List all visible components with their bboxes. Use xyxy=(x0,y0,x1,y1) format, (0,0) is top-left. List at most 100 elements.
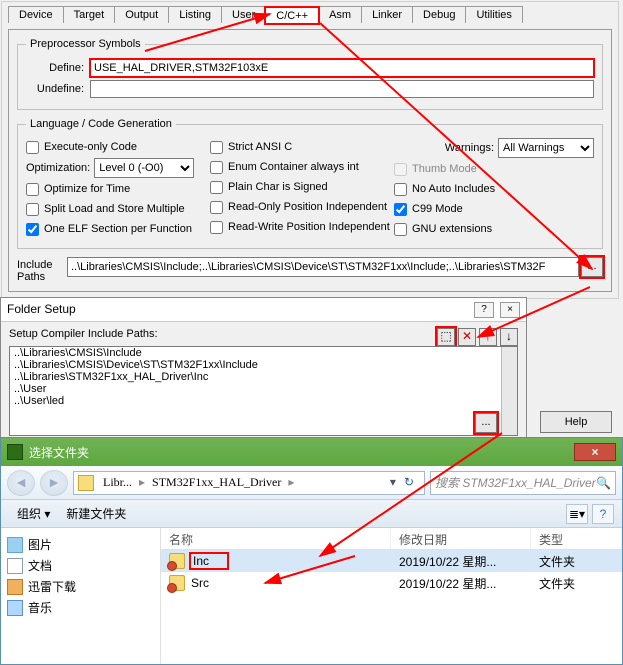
chk-enum-int[interactable]: Enum Container always int xyxy=(210,158,394,176)
view-mode-button[interactable]: ≣▾ xyxy=(566,504,588,524)
folder-setup-delete-button[interactable]: ✕ xyxy=(458,328,476,346)
chk-strict-ansi[interactable]: Strict ANSI C xyxy=(210,138,394,156)
tab-debug[interactable]: Debug xyxy=(412,6,466,23)
col-date[interactable]: 修改日期 xyxy=(391,528,531,549)
include-paths-browse-button[interactable]: ... xyxy=(581,257,603,277)
chk-optimize-time[interactable]: Optimize for Time xyxy=(26,180,210,198)
tab-utilities[interactable]: Utilities xyxy=(465,6,522,23)
optimization-select[interactable]: Level 0 (-O0) xyxy=(94,158,194,178)
tree-item-label: 图片 xyxy=(28,536,52,553)
lbl-split-load: Split Load and Store Multiple xyxy=(44,203,185,215)
search-input[interactable]: 搜索 STM32F1xx_HAL_Driver 🔍 xyxy=(430,471,616,495)
dl-icon xyxy=(7,579,23,595)
help-button[interactable]: Help xyxy=(540,411,612,433)
refresh-icon[interactable]: ↻ xyxy=(398,475,420,490)
chk-one-elf[interactable]: One ELF Section per Function xyxy=(26,220,210,238)
include-label: Include Paths xyxy=(17,257,67,283)
chk-gnu[interactable]: GNU extensions xyxy=(394,220,594,238)
chk-no-auto[interactable]: No Auto Includes xyxy=(394,180,594,198)
file-name: Inc xyxy=(191,554,227,568)
undefine-label: Undefine: xyxy=(26,83,90,95)
col-type[interactable]: 类型 xyxy=(531,528,622,549)
file-browser-toolbar: 组织 ▾ 新建文件夹 ≣▾ ? xyxy=(1,500,622,528)
folder-setup-title: Folder Setup xyxy=(7,302,76,316)
tree-item-dl[interactable]: 迅雷下载 xyxy=(5,576,156,597)
toolbar-organize[interactable]: 组织 ▾ xyxy=(9,503,58,524)
breadcrumb[interactable]: Libr... ▸ STM32F1xx_HAL_Driver ▸ ▾ ↻ xyxy=(73,471,425,495)
folder-setup-moveup-button[interactable]: ↑ xyxy=(479,328,497,346)
nav-forward-button[interactable]: ► xyxy=(40,470,68,496)
col-name[interactable]: 名称 xyxy=(161,528,391,549)
file-browser-title: 选择文件夹 xyxy=(29,444,89,461)
chk-rw-pi[interactable]: Read-Write Position Independent xyxy=(210,218,394,236)
chk-ro-pi[interactable]: Read-Only Position Independent xyxy=(210,198,394,216)
nav-back-button[interactable]: ◄ xyxy=(7,470,35,496)
dropdown-icon[interactable]: ▾ xyxy=(388,475,398,490)
tab-device[interactable]: Device xyxy=(8,6,64,23)
tree-item-label: 文档 xyxy=(28,557,52,574)
include-path-line[interactable]: ..\User xyxy=(10,383,517,395)
include-path-line[interactable]: ..\User\led xyxy=(10,395,517,407)
folder-setup-label: Setup Compiler Include Paths: xyxy=(9,328,158,340)
lbl-ro-pi: Read-Only Position Independent xyxy=(228,201,387,213)
path-browse-button[interactable]: ... xyxy=(475,413,497,433)
search-icon[interactable]: 🔍 xyxy=(596,476,611,490)
bc-seg-1[interactable]: STM32F1xx_HAL_Driver xyxy=(147,475,286,490)
chevron-right-icon: ▸ xyxy=(286,475,296,490)
chk-c99[interactable]: C99 Mode xyxy=(394,200,594,218)
file-row[interactable]: Inc2019/10/22 星期...文件夹 xyxy=(161,550,622,572)
file-browser-titlebar[interactable]: 选择文件夹 × xyxy=(1,438,622,466)
include-path-line[interactable]: ..\Libraries\STM32F1xx_HAL_Driver\Inc xyxy=(10,371,517,383)
define-input[interactable] xyxy=(90,59,594,77)
tab-strip: DeviceTargetOutputListingUserC/C++AsmLin… xyxy=(8,6,612,23)
file-type: 文件夹 xyxy=(531,553,622,570)
undefine-input[interactable] xyxy=(90,80,594,98)
tree-item-pic[interactable]: 图片 xyxy=(5,534,156,555)
file-type: 文件夹 xyxy=(531,575,622,592)
tab-target[interactable]: Target xyxy=(63,6,116,23)
folder-icon xyxy=(78,475,94,491)
lbl-gnu: GNU extensions xyxy=(412,223,492,235)
include-paths-row: Include Paths ... xyxy=(17,257,603,283)
scrollbar[interactable] xyxy=(501,347,517,435)
chk-execute-only[interactable]: Execute-only Code xyxy=(26,138,210,156)
bc-seg-0[interactable]: Libr... xyxy=(98,475,137,490)
tab-output[interactable]: Output xyxy=(114,6,169,23)
include-path-line[interactable]: ..\Libraries\CMSIS\Include xyxy=(10,347,517,359)
optimization-label: Optimization: xyxy=(26,162,90,174)
file-list-header[interactable]: 名称 修改日期 类型 xyxy=(161,528,622,550)
chk-thumb[interactable]: Thumb Mode xyxy=(394,160,594,178)
toolbar-new-folder[interactable]: 新建文件夹 xyxy=(58,503,134,524)
tree-item-doc[interactable]: 文档 xyxy=(5,555,156,576)
folder-icon xyxy=(169,575,185,591)
chk-split-load[interactable]: Split Load and Store Multiple xyxy=(26,200,210,218)
tree-item-label: 迅雷下载 xyxy=(28,578,76,595)
file-browser-window: 选择文件夹 × ◄ ► Libr... ▸ STM32F1xx_HAL_Driv… xyxy=(0,437,623,665)
tab-user[interactable]: User xyxy=(221,6,266,23)
chk-plain-char[interactable]: Plain Char is Signed xyxy=(210,178,394,196)
file-row[interactable]: Src2019/10/22 星期...文件夹 xyxy=(161,572,622,594)
tab-linker[interactable]: Linker xyxy=(361,6,413,23)
tab-asm[interactable]: Asm xyxy=(318,6,362,23)
help-icon[interactable]: ? xyxy=(592,504,614,524)
folder-setup-movedown-button[interactable]: ↓ xyxy=(500,328,518,346)
lbl-strict-ansi: Strict ANSI C xyxy=(228,141,292,153)
folder-setup-titlebar: Folder Setup ? × xyxy=(1,298,526,322)
folder-setup-close-button[interactable]: × xyxy=(500,302,520,318)
tab-listing[interactable]: Listing xyxy=(168,6,222,23)
warnings-select[interactable]: All Warnings xyxy=(498,138,594,158)
tab-cc[interactable]: C/C++ xyxy=(265,7,319,24)
file-list[interactable]: 名称 修改日期 类型 Inc2019/10/22 星期...文件夹Src2019… xyxy=(161,528,622,664)
include-paths-input[interactable] xyxy=(67,257,579,277)
search-placeholder: 搜索 STM32F1xx_HAL_Driver xyxy=(435,474,596,491)
lbl-one-elf: One ELF Section per Function xyxy=(44,223,192,235)
nav-tree[interactable]: 图片文档迅雷下载音乐 xyxy=(1,528,161,664)
warnings-label: Warnings: xyxy=(445,142,494,154)
folder-setup-help-button[interactable]: ? xyxy=(474,302,494,318)
folder-setup-new-button[interactable]: ⬚ xyxy=(437,328,455,346)
window-close-button[interactable]: × xyxy=(574,443,616,461)
tree-item-music[interactable]: 音乐 xyxy=(5,597,156,618)
doc-icon xyxy=(7,558,23,574)
compiler-include-paths-list[interactable]: ..\Libraries\CMSIS\Include..\Libraries\C… xyxy=(9,346,518,436)
include-path-line[interactable]: ..\Libraries\CMSIS\Device\ST\STM32F1xx\I… xyxy=(10,359,517,371)
